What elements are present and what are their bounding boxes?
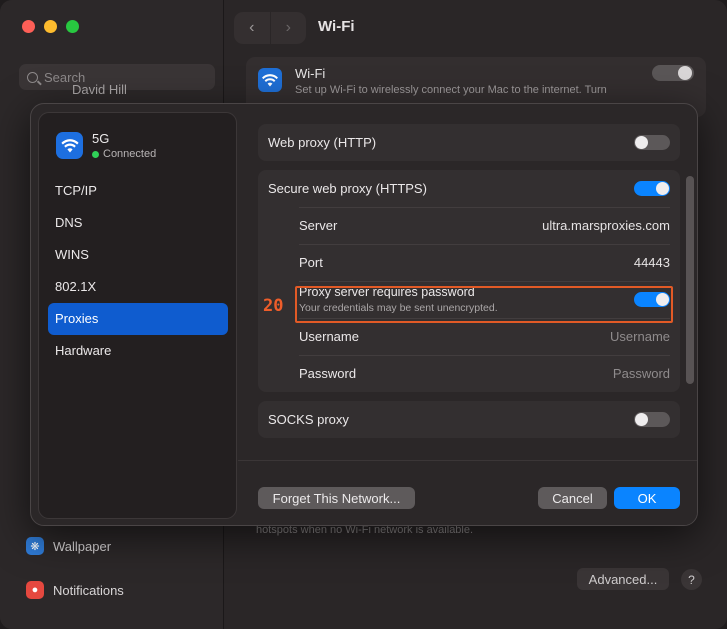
requires-password-warning: Your credentials may be sent unencrypted… [299, 302, 498, 314]
username-field[interactable]: Username [610, 329, 670, 344]
ok-button[interactable]: OK [614, 487, 680, 509]
secure-proxy-row: Secure web proxy (HTTPS) [258, 170, 680, 207]
wifi-icon [56, 132, 83, 159]
nav-item-proxies[interactable]: Proxies [48, 303, 228, 335]
divider [299, 207, 670, 208]
socks-proxy-label: SOCKS proxy [268, 412, 349, 427]
server-label: Server [299, 218, 338, 233]
wifi-card-title: Wi-Fi [295, 66, 326, 81]
nav-item-tcpip[interactable]: TCP/IP [48, 175, 228, 207]
divider [299, 318, 670, 319]
secure-proxy-card: Secure web proxy (HTTPS) Server ultra.ma… [258, 170, 680, 392]
cancel-button[interactable]: Cancel [538, 487, 607, 509]
requires-password-label: Proxy server requires password [299, 285, 475, 299]
wifi-card-description: Set up Wi-Fi to wirelessly connect your … [295, 84, 607, 96]
divider [299, 281, 670, 282]
wifi-icon [258, 68, 282, 92]
connected-dot-icon [92, 150, 99, 158]
sheet-nav: TCP/IP DNS WINS 802.1X Proxies Hardware [48, 175, 228, 367]
proxies-content: Web proxy (HTTP) Secure web proxy (HTTPS… [258, 124, 680, 438]
port-row: Port 44443 [258, 244, 680, 281]
wifi-toggle[interactable] [652, 65, 694, 81]
nav-item-8021x[interactable]: 802.1X [48, 271, 228, 303]
forget-network-button[interactable]: Forget This Network... [258, 487, 415, 509]
sidebar-item-notifications[interactable]: ● Notifications [26, 581, 124, 599]
web-proxy-label: Web proxy (HTTP) [268, 135, 377, 150]
socks-proxy-card: SOCKS proxy [258, 401, 680, 438]
requires-password-row: Proxy server requires password Your cred… [258, 281, 680, 318]
scrollbar[interactable] [686, 176, 694, 384]
server-row: Server ultra.marsproxies.com [258, 207, 680, 244]
background-user-name: David Hill [72, 82, 127, 97]
search-icon [27, 71, 38, 83]
username-label: Username [299, 329, 359, 344]
nav-item-dns[interactable]: DNS [48, 207, 228, 239]
web-proxy-toggle[interactable] [634, 135, 670, 150]
minimize-window-button[interactable] [44, 20, 57, 33]
network-status: Connected [92, 148, 156, 160]
secure-proxy-toggle[interactable] [634, 181, 670, 196]
page-title: Wi-Fi [318, 18, 355, 35]
socks-proxy-toggle[interactable] [634, 412, 670, 427]
forward-button[interactable]: › [269, 12, 307, 44]
network-header: 5G Connected [56, 131, 156, 160]
divider [299, 355, 670, 356]
network-details-sheet: 5G Connected TCP/IP DNS WINS 802.1X Prox… [30, 103, 698, 526]
network-status-text: Connected [103, 148, 157, 160]
network-name: 5G [92, 131, 110, 146]
port-field[interactable]: 44443 [634, 255, 670, 270]
nav-item-wins[interactable]: WINS [48, 239, 228, 271]
advanced-button[interactable]: Advanced... [577, 568, 669, 590]
notifications-icon: ● [26, 581, 44, 599]
password-field[interactable]: Password [613, 366, 670, 381]
socks-proxy-row: SOCKS proxy [258, 401, 680, 438]
sidebar-item-wallpaper[interactable]: ❋ Wallpaper [26, 537, 111, 555]
secure-proxy-label: Secure web proxy (HTTPS) [268, 181, 427, 196]
back-button[interactable]: ‹ [234, 12, 270, 44]
password-label: Password [299, 366, 357, 381]
highlight-number: 20 [263, 296, 284, 316]
sidebar-item-label: Wallpaper [53, 538, 112, 554]
sidebar-item-label: Notifications [53, 582, 124, 598]
requires-password-toggle[interactable] [634, 292, 670, 307]
sheet-sidebar: 5G Connected TCP/IP DNS WINS 802.1X Prox… [38, 112, 237, 519]
password-row: Password Password [258, 355, 680, 392]
web-proxy-card: Web proxy (HTTP) [258, 124, 680, 161]
history-nav: ‹ › [234, 12, 306, 44]
close-window-button[interactable] [22, 20, 35, 33]
port-label: Port [299, 255, 323, 270]
nav-item-hardware[interactable]: Hardware [48, 335, 228, 367]
sheet-footer: Forget This Network... Cancel OK [238, 460, 697, 525]
divider [299, 244, 670, 245]
zoom-window-button[interactable] [66, 20, 79, 33]
web-proxy-row: Web proxy (HTTP) [258, 124, 680, 161]
wallpaper-icon: ❋ [26, 537, 44, 555]
server-field[interactable]: ultra.marsproxies.com [542, 218, 670, 233]
username-row: Username Username [258, 318, 680, 355]
help-button[interactable]: ? [681, 569, 702, 590]
